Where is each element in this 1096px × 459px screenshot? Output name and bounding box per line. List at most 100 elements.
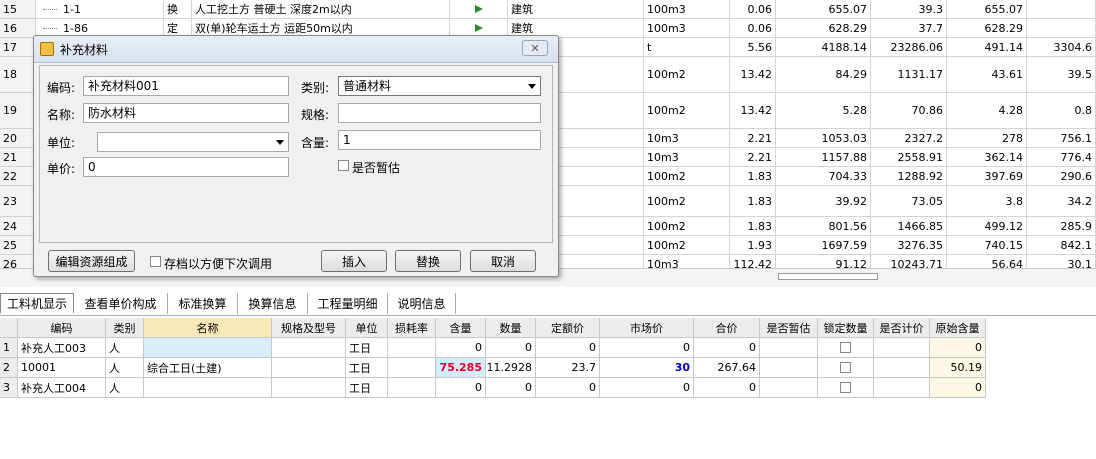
total-cell[interactable]: 267.64 bbox=[694, 358, 760, 377]
insert-button[interactable]: 插入 bbox=[321, 250, 387, 272]
c3-cell: 43.61 bbox=[947, 57, 1027, 92]
content-input[interactable]: 1 bbox=[338, 130, 541, 150]
code-input[interactable]: 补充材料001 bbox=[83, 76, 289, 96]
resource-row[interactable]: 3 补充人工004 人工日 0 0 0 0 0 0 bbox=[0, 378, 986, 398]
prov-cell[interactable] bbox=[760, 338, 818, 357]
column-header[interactable]: 原始含量 bbox=[930, 318, 986, 337]
unit-cell[interactable]: 工日 bbox=[346, 338, 388, 357]
flag-icon bbox=[474, 5, 483, 13]
edit-resource-button[interactable]: 编辑资源组成 bbox=[48, 250, 135, 272]
price-input[interactable]: 0 bbox=[83, 157, 289, 177]
name-cell[interactable] bbox=[144, 338, 272, 357]
spec-cell[interactable] bbox=[272, 378, 346, 397]
category-select[interactable]: 普通材料 bbox=[338, 76, 541, 96]
column-header[interactable]: 市场价 bbox=[600, 318, 694, 337]
unit-select[interactable] bbox=[97, 132, 289, 152]
code-cell[interactable]: 补充人工004 bbox=[18, 378, 106, 397]
tab-0[interactable]: 工料机显示 bbox=[0, 293, 74, 314]
code-text: 1-86 bbox=[63, 21, 88, 35]
lock-cell[interactable] bbox=[818, 338, 874, 357]
name-cell[interactable]: 综合工日(土建) bbox=[144, 358, 272, 377]
code-text: 1-1 bbox=[63, 2, 81, 16]
column-header[interactable]: 是否暂估 bbox=[760, 318, 818, 337]
market-cell[interactable]: 30 bbox=[600, 358, 694, 377]
price-cell[interactable]: 0 bbox=[536, 378, 600, 397]
tab-3[interactable]: 换算信息 bbox=[238, 293, 308, 314]
spec-cell[interactable] bbox=[272, 338, 346, 357]
content-cell[interactable]: 0 bbox=[436, 378, 486, 397]
close-icon[interactable]: ✕ bbox=[522, 40, 548, 56]
orig-cell[interactable]: 0 bbox=[930, 378, 986, 397]
type-cell[interactable]: 人 bbox=[106, 378, 144, 397]
name-input[interactable]: 防水材料 bbox=[83, 103, 289, 123]
loss-cell[interactable] bbox=[388, 378, 436, 397]
supplement-material-dialog: 补充材料 ✕ 编码: 补充材料001 类别: 普通材料 名称: 防水材料 规格:… bbox=[33, 35, 559, 277]
spec-input[interactable] bbox=[338, 103, 541, 123]
qty-cell[interactable]: 0 bbox=[486, 338, 536, 357]
lock-cell[interactable] bbox=[818, 378, 874, 397]
column-header[interactable]: 单位 bbox=[346, 318, 388, 337]
unit-cell[interactable]: 工日 bbox=[346, 358, 388, 377]
prov-cell[interactable] bbox=[760, 378, 818, 397]
tab-4[interactable]: 工程量明细 bbox=[308, 293, 388, 314]
unit-cell[interactable]: 工日 bbox=[346, 378, 388, 397]
lock-checkbox[interactable] bbox=[840, 362, 851, 373]
name-cell[interactable] bbox=[144, 378, 272, 397]
flag-cell bbox=[450, 0, 508, 18]
c3-cell: 362.14 bbox=[947, 148, 1027, 166]
market-cell[interactable]: 0 bbox=[600, 338, 694, 357]
qty-cell[interactable]: 11.2928 bbox=[486, 358, 536, 377]
type-cell[interactable]: 人 bbox=[106, 338, 144, 357]
column-header[interactable]: 锁定数量 bbox=[818, 318, 874, 337]
resource-row[interactable]: 2 10001 人综合工日(土建) 工日 75.285 11.2928 23.7 30 267.… bbox=[0, 358, 986, 378]
type-cell: 换 bbox=[164, 0, 192, 18]
content-cell[interactable]: 75.285 bbox=[436, 358, 486, 377]
splitter-grip[interactable] bbox=[778, 273, 878, 280]
prov-cell[interactable] bbox=[760, 358, 818, 377]
loss-cell[interactable] bbox=[388, 358, 436, 377]
market-cell[interactable]: 0 bbox=[600, 378, 694, 397]
replace-button[interactable]: 替换 bbox=[395, 250, 461, 272]
price-cell[interactable]: 23.7 bbox=[536, 358, 600, 377]
lock-checkbox[interactable] bbox=[840, 342, 851, 353]
total-cell[interactable]: 0 bbox=[694, 378, 760, 397]
code-cell[interactable]: 10001 bbox=[18, 358, 106, 377]
type-cell[interactable]: 人 bbox=[106, 358, 144, 377]
column-header[interactable]: 定额价 bbox=[536, 318, 600, 337]
tab-5[interactable]: 说明信息 bbox=[388, 293, 456, 314]
column-header[interactable]: 编码 bbox=[18, 318, 106, 337]
spec-cell[interactable] bbox=[272, 358, 346, 377]
provisional-checkbox[interactable] bbox=[338, 160, 349, 171]
c1-cell: 655.07 bbox=[776, 0, 871, 18]
column-header[interactable]: 类别 bbox=[106, 318, 144, 337]
cancel-button[interactable]: 取消 bbox=[470, 250, 536, 272]
save-archive-checkbox[interactable] bbox=[150, 256, 161, 267]
column-header[interactable]: 含量 bbox=[436, 318, 486, 337]
top-grid-row[interactable]: 15 1-1 换人工挖土方 普硬土 深度2m以内 建筑 100m3 0.06 655.07 3… bbox=[0, 0, 1096, 19]
orig-cell[interactable]: 50.19 bbox=[930, 358, 986, 377]
column-header[interactable]: 是否计价 bbox=[874, 318, 930, 337]
orig-cell[interactable]: 0 bbox=[930, 338, 986, 357]
qty-cell[interactable]: 0 bbox=[486, 378, 536, 397]
resource-row[interactable]: 1 补充人工003 人工日 0 0 0 0 0 0 bbox=[0, 338, 986, 358]
column-header[interactable]: 名称 bbox=[144, 318, 272, 337]
price-cell[interactable]: 0 bbox=[536, 338, 600, 357]
loss-cell[interactable] bbox=[388, 338, 436, 357]
column-header[interactable]: 损耗率 bbox=[388, 318, 436, 337]
tab-1[interactable]: 查看单价构成 bbox=[74, 293, 168, 314]
total-cell[interactable]: 0 bbox=[694, 338, 760, 357]
unit-label: 单位: bbox=[47, 136, 76, 150]
code-cell[interactable]: 补充人工003 bbox=[18, 338, 106, 357]
lock-checkbox[interactable] bbox=[840, 382, 851, 393]
content-cell[interactable]: 0 bbox=[436, 338, 486, 357]
priced-cell[interactable] bbox=[874, 338, 930, 357]
row-header-corner[interactable] bbox=[0, 318, 18, 337]
column-header[interactable]: 规格及型号 bbox=[272, 318, 346, 337]
tab-2[interactable]: 标准换算 bbox=[168, 293, 238, 314]
dialog-titlebar[interactable]: 补充材料 ✕ bbox=[34, 36, 558, 63]
lock-cell[interactable] bbox=[818, 358, 874, 377]
column-header[interactable]: 合价 bbox=[694, 318, 760, 337]
column-header[interactable]: 数量 bbox=[486, 318, 536, 337]
priced-cell[interactable] bbox=[874, 358, 930, 377]
priced-cell[interactable] bbox=[874, 378, 930, 397]
